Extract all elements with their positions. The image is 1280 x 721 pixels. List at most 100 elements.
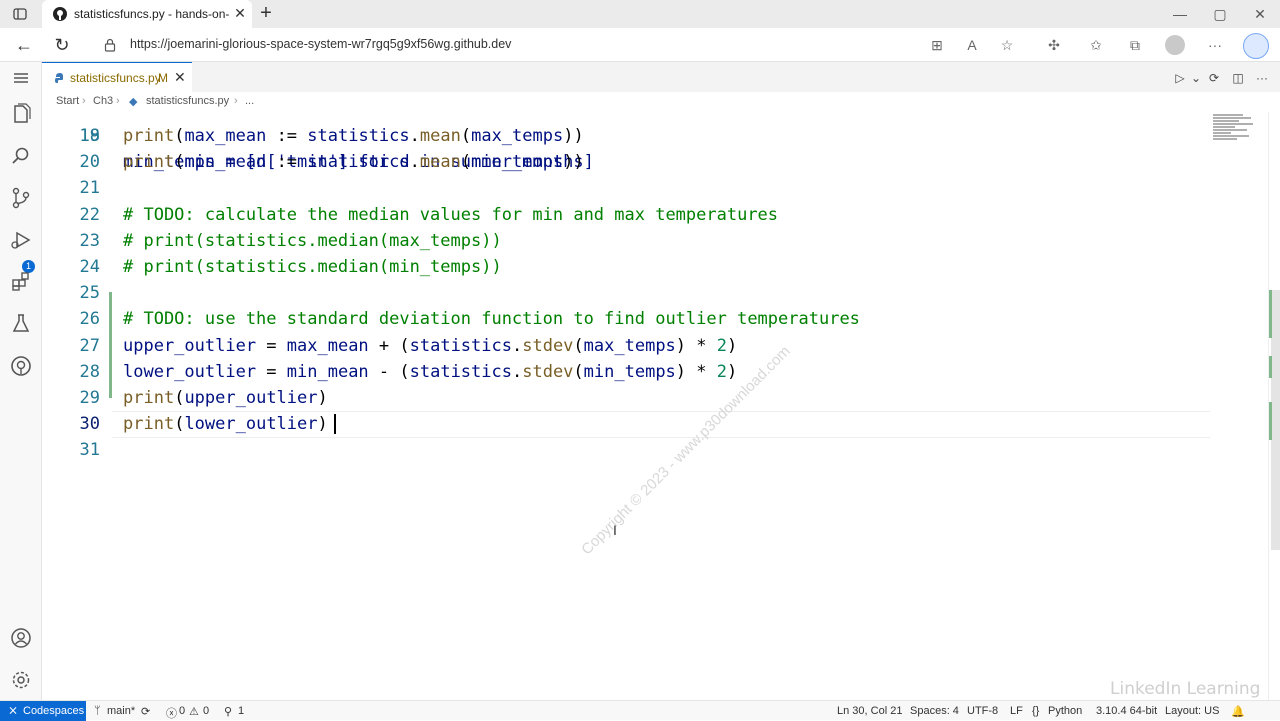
- text-cursor: [334, 414, 336, 434]
- keyboard-layout[interactable]: Layout: US: [1165, 705, 1219, 717]
- run-debug-icon[interactable]: [9, 228, 33, 252]
- editor-tab-label: statisticsfuncs.py: [70, 71, 161, 85]
- cursor-position[interactable]: Ln 30, Col 21: [837, 705, 902, 717]
- error-count[interactable]: 0: [179, 705, 185, 717]
- close-editor-tab-icon[interactable]: ✕: [174, 69, 188, 85]
- refresh-icon[interactable]: ↻: [52, 35, 72, 55]
- encoding[interactable]: UTF-8: [967, 705, 998, 717]
- code-text: # TODO: use the standard deviation funct…: [123, 309, 860, 330]
- maximize-icon[interactable]: ▢: [1212, 6, 1228, 22]
- favorite-star-icon[interactable]: ☆: [998, 36, 1016, 54]
- code-text: print(lower_outlier): [123, 414, 328, 435]
- collections-icon[interactable]: ⧉: [1126, 36, 1144, 54]
- editor-tab-statisticsfuncs[interactable]: statisticsfuncs.py M ✕: [42, 62, 192, 92]
- open-changes-icon[interactable]: ⟳: [1206, 70, 1222, 86]
- code-text: # print(statistics.median(max_temps)): [123, 230, 502, 251]
- sync-icon[interactable]: ⟳: [141, 705, 150, 718]
- language-braces-icon: {}: [1032, 705, 1040, 717]
- browser-tab-title: statisticsfuncs.py - hands-on-adv: [74, 7, 230, 21]
- ports-count[interactable]: 1: [238, 705, 244, 717]
- menu-icon[interactable]: [9, 66, 33, 90]
- activity-bar: 1: [0, 62, 42, 700]
- code-line: 21: [42, 175, 1210, 201]
- address-toolbar: ← ↻ https://joemarini-glorious-space-sys…: [0, 28, 1280, 62]
- minimap[interactable]: [1210, 112, 1268, 700]
- python-interpreter[interactable]: 3.10.4 64-bit: [1096, 705, 1157, 717]
- profile-avatar[interactable]: [1165, 35, 1185, 55]
- extensions-puzzle-icon[interactable]: ✣: [1045, 36, 1063, 54]
- breadcrumb-start[interactable]: Start: [56, 95, 79, 107]
- app-available-icon[interactable]: ⊞: [928, 36, 946, 54]
- split-editor-icon[interactable]: ◫: [1230, 70, 1246, 86]
- source-control-icon[interactable]: [9, 186, 33, 210]
- bing-copilot-icon[interactable]: [1243, 33, 1269, 59]
- line-number: 31: [79, 440, 100, 461]
- line-number: 23: [79, 230, 100, 251]
- linkedin-learning-logo: LinkedIn Learning: [1110, 679, 1261, 699]
- mouse-ibeam-cursor: I: [613, 522, 617, 538]
- breadcrumb-file[interactable]: statisticsfuncs.py: [146, 95, 229, 107]
- python-file-icon: [55, 73, 63, 83]
- code-line: 24 # print(statistics.median(min_temps)): [42, 254, 1210, 280]
- line-number: 24: [79, 257, 100, 277]
- extensions-icon[interactable]: [9, 270, 33, 294]
- code-text: # print(statistics.median(min_temps)): [123, 257, 502, 277]
- settings-gear-icon[interactable]: [9, 668, 33, 692]
- line-number: 20: [79, 152, 100, 173]
- explorer-icon[interactable]: [9, 102, 33, 126]
- code-line: 28 lower_outlier = min_mean - (statistics…: [42, 359, 1210, 385]
- github-icon: [53, 7, 67, 21]
- remote-indicator[interactable]: ⨯ Codespaces: [0, 701, 86, 721]
- warning-count[interactable]: 0: [203, 705, 209, 717]
- error-icon: ⓧ: [166, 708, 177, 720]
- minimize-icon[interactable]: —: [1172, 6, 1188, 22]
- lock-icon[interactable]: [103, 38, 117, 52]
- favorites-icon[interactable]: ✩: [1087, 36, 1105, 54]
- code-text: # TODO: calculate the median values for …: [123, 204, 779, 225]
- url-field[interactable]: https://joemarini-glorious-space-system-…: [130, 37, 511, 51]
- warning-icon: ⚠: [189, 706, 199, 718]
- status-bar: ⨯ Codespaces ᛘ main* ⟳ ⓧ 0 ⚠ 0 ⚲ 1 Ln 30…: [0, 700, 1280, 721]
- read-aloud-icon[interactable]: A: [963, 36, 981, 54]
- run-dropdown-icon[interactable]: ⌄: [1188, 70, 1204, 86]
- github-icon[interactable]: [9, 354, 33, 378]
- code-line: 20 print(min_mean := statistics.mean(min_…: [42, 149, 1210, 175]
- testing-icon[interactable]: [9, 312, 33, 336]
- breadcrumb-separator: ›: [234, 95, 238, 107]
- remote-icon: ⨯: [8, 703, 19, 717]
- code-text: print(min_mean := statistics.mean(min_te…: [123, 152, 584, 173]
- scrollbar-thumb[interactable]: [1271, 290, 1280, 550]
- back-icon[interactable]: ←: [14, 35, 34, 55]
- run-python-file-icon[interactable]: ▷: [1172, 70, 1188, 86]
- line-number: 19: [79, 126, 100, 146]
- more-options-icon[interactable]: ···: [1206, 36, 1224, 54]
- notifications-bell-icon[interactable]: 🔔: [1231, 705, 1245, 718]
- tab-actions-icon[interactable]: [12, 6, 28, 22]
- code-text: print(max_mean := statistics.mean(max_te…: [123, 126, 584, 146]
- close-tab-icon[interactable]: ✕: [232, 5, 248, 21]
- editor-tab-bar: statisticsfuncs.py M ✕ ▷ ⌄ ⟳ ◫ ···: [42, 62, 1280, 92]
- vertical-scrollbar[interactable]: [1268, 112, 1280, 700]
- code-line: 30 print(lower_outlier): [42, 411, 1210, 437]
- code-line: 19 print(max_mean := statistics.mean(max_…: [42, 123, 1210, 149]
- language-mode[interactable]: Python: [1048, 705, 1082, 717]
- search-icon[interactable]: [9, 144, 33, 168]
- browser-tab-active[interactable]: statisticsfuncs.py - hands-on-adv ✕: [42, 0, 252, 28]
- breadcrumb-symbol[interactable]: ...: [245, 95, 254, 107]
- scrollbar-change-marker: [1269, 402, 1272, 440]
- breadcrumb-ch3[interactable]: Ch3: [93, 95, 113, 107]
- remote-label: Codespaces: [23, 705, 85, 717]
- git-branch[interactable]: main*: [107, 705, 135, 717]
- code-line: 25: [42, 280, 1210, 306]
- more-actions-icon[interactable]: ···: [1254, 70, 1270, 86]
- new-tab-button[interactable]: +: [256, 3, 276, 24]
- close-window-icon[interactable]: ✕: [1252, 6, 1268, 22]
- indentation[interactable]: Spaces: 4: [910, 705, 959, 717]
- code-line: 18 min_temps = [d['tmin'] for d in summe…: [42, 112, 1210, 172]
- ports-icon: ⚲: [224, 706, 233, 718]
- end-of-line[interactable]: LF: [1010, 705, 1023, 717]
- code-editor[interactable]: 18 min_temps = [d['tmin'] for d in summe…: [42, 112, 1210, 700]
- line-number: 27: [79, 335, 100, 356]
- browser-tab-bar: statisticsfuncs.py - hands-on-adv ✕ + — …: [0, 0, 1280, 28]
- accounts-icon[interactable]: [9, 626, 33, 650]
